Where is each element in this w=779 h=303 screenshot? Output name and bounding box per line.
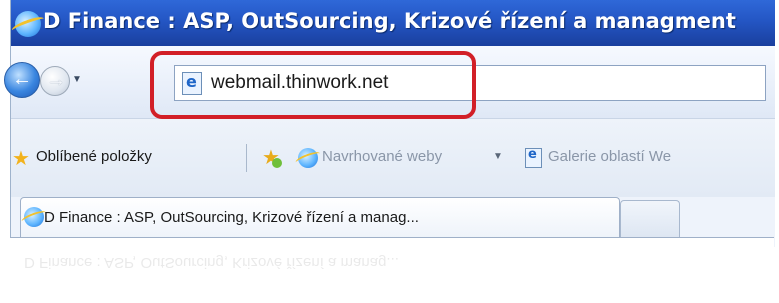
- favorites-button[interactable]: Oblíbené položky: [36, 148, 152, 165]
- chevron-down-icon[interactable]: ▼: [493, 151, 503, 162]
- title-bar: D Finance : ASP, OutSourcing, Krizové ří…: [11, 0, 775, 46]
- favorites-star-icon[interactable]: ★: [12, 149, 30, 169]
- window-title: D Finance : ASP, OutSourcing, Krizové ří…: [43, 9, 736, 33]
- ie-logo-icon: [15, 11, 41, 37]
- new-tab-button[interactable]: [620, 200, 680, 238]
- tab-label[interactable]: D Finance : ASP, OutSourcing, Krizové ří…: [44, 209, 419, 226]
- ie-page-icon: [525, 147, 542, 168]
- tab-strip-bottom: [10, 237, 774, 248]
- toolbar-divider: [246, 144, 247, 172]
- tab-label-reflection: D Finance : ASP, OutSourcing, Krizové ří…: [24, 254, 399, 271]
- add-to-favorites-bar-icon[interactable]: ★: [262, 148, 282, 168]
- back-arrow-icon: ←: [12, 68, 32, 90]
- suggested-sites-link[interactable]: Navrhované weby: [322, 148, 442, 165]
- forward-button[interactable]: →: [40, 66, 70, 96]
- ie-logo-icon: [298, 148, 318, 168]
- url-highlight-annotation: [150, 51, 476, 119]
- ie-logo-icon: [24, 207, 44, 227]
- web-slice-gallery-link[interactable]: Galerie oblastí We: [548, 148, 671, 165]
- back-button[interactable]: ←: [4, 62, 40, 98]
- history-dropdown-button[interactable]: ▼: [72, 74, 82, 85]
- forward-arrow-icon: →: [46, 69, 66, 91]
